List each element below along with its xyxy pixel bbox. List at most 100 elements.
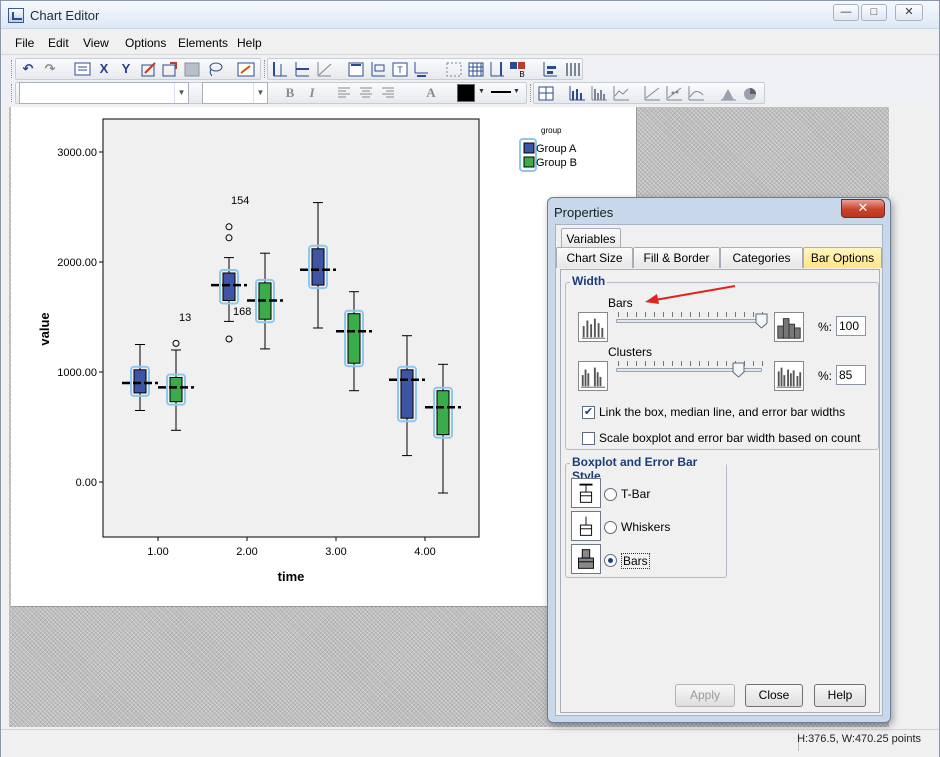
- tab-bar-options[interactable]: Bar Options: [803, 247, 882, 268]
- menu-help[interactable]: Help: [237, 36, 262, 50]
- bold-icon[interactable]: B: [282, 85, 298, 101]
- plot-area[interactable]: [102, 118, 480, 538]
- zoom-icon[interactable]: [161, 61, 179, 78]
- align-left-icon[interactable]: [335, 85, 353, 102]
- data-label-icon[interactable]: [445, 61, 463, 78]
- bar-chart-icon[interactable]: [568, 85, 586, 102]
- toolbar-grip[interactable]: [11, 84, 14, 102]
- t-bar-radio[interactable]: [604, 488, 617, 501]
- chart-editor-window: Chart Editor — □ ✕ File Edit View Option…: [0, 0, 940, 757]
- bars-icon[interactable]: [563, 61, 581, 78]
- reference-line-icon[interactable]: [271, 61, 289, 78]
- bars-slider-thumb[interactable]: [755, 313, 768, 329]
- scatter-fit-icon[interactable]: [643, 85, 661, 102]
- fit-line-icon[interactable]: [315, 61, 333, 78]
- text-color-icon[interactable]: A: [423, 85, 439, 101]
- transform-icon[interactable]: [237, 61, 255, 78]
- chart-legend[interactable]: group Group A Group B: [519, 126, 577, 172]
- scale-by-count-checkbox[interactable]: [582, 432, 595, 445]
- element-selector-icon[interactable]: [537, 85, 555, 102]
- minimize-button[interactable]: —: [833, 4, 859, 21]
- pie-chart-icon[interactable]: [741, 85, 759, 102]
- apply-button[interactable]: Apply: [675, 684, 735, 707]
- italic-icon[interactable]: I: [304, 85, 320, 101]
- curve-fit-icon[interactable]: [687, 85, 705, 102]
- clustered-bar-icon[interactable]: [590, 85, 608, 102]
- tab-categories[interactable]: Categories: [720, 247, 803, 268]
- bars-radio[interactable]: [604, 554, 617, 567]
- bars-percent-input[interactable]: 100: [836, 316, 866, 336]
- rescale-icon[interactable]: [140, 61, 158, 78]
- lasso-icon[interactable]: [206, 61, 224, 78]
- link-widths-checkbox[interactable]: ✔: [582, 406, 595, 419]
- close-button[interactable]: Close: [745, 684, 803, 707]
- maximize-button[interactable]: □: [861, 4, 887, 21]
- dialog-close-button[interactable]: ✕: [841, 199, 885, 218]
- t-bar-label[interactable]: T-Bar: [621, 487, 650, 501]
- box: [311, 248, 325, 286]
- properties-icon[interactable]: [74, 61, 92, 78]
- properties-dialog: Properties ✕ Variables Chart Size Fill &…: [547, 197, 891, 723]
- show-axis-icon[interactable]: [488, 61, 506, 78]
- scatter-icon[interactable]: [665, 85, 683, 102]
- bars-style-icon: [571, 544, 601, 574]
- bars-slider[interactable]: [616, 319, 762, 323]
- align-center-icon[interactable]: [357, 85, 375, 102]
- fill-color-swatch[interactable]: [457, 84, 475, 102]
- chevron-down-icon[interactable]: ▼: [174, 83, 188, 103]
- box: [222, 272, 236, 301]
- align-right-icon[interactable]: [379, 85, 397, 102]
- data-label-mode-icon[interactable]: B: [509, 61, 527, 78]
- line-style-icon[interactable]: [491, 91, 511, 93]
- width-group-title: Width: [570, 274, 608, 288]
- x-axis-icon[interactable]: X: [96, 61, 112, 77]
- tab-chart-size[interactable]: Chart Size: [556, 247, 633, 268]
- undo-icon[interactable]: ↶: [20, 61, 36, 77]
- footnote-icon[interactable]: [412, 61, 430, 78]
- chevron-down-icon[interactable]: ▼: [478, 88, 485, 95]
- font-size-select[interactable]: ▼: [202, 82, 268, 104]
- tab-variables[interactable]: Variables: [561, 228, 621, 249]
- clusters-percent-input[interactable]: 85: [836, 365, 866, 385]
- y-tick-label: 1000.00: [57, 367, 97, 379]
- area-chart-icon[interactable]: [719, 85, 737, 102]
- menu-elements[interactable]: Elements: [178, 36, 228, 50]
- boxplot-chart[interactable]: 3000.00 2000.00 1000.00 0.00 1.00 2.00 3.00 4.0…: [11, 107, 637, 607]
- outlier-label: 154: [231, 195, 249, 207]
- clusters-slider-thumb[interactable]: [732, 362, 745, 378]
- chevron-down-icon[interactable]: ▼: [513, 88, 520, 95]
- chart-editor-app-icon: [8, 8, 24, 23]
- menu-options[interactable]: Options: [125, 36, 166, 50]
- menu-view[interactable]: View: [83, 36, 109, 50]
- x-tick-label: 1.00: [147, 546, 168, 558]
- legend-swatch: [523, 142, 535, 154]
- box: [400, 369, 414, 419]
- y-reference-line-icon[interactable]: [293, 61, 311, 78]
- bars-style-label[interactable]: Bars: [621, 553, 650, 569]
- chart-canvas[interactable]: 3000.00 2000.00 1000.00 0.00 1.00 2.00 3.00 4.0…: [11, 107, 637, 607]
- help-button[interactable]: Help: [814, 684, 866, 707]
- menu-edit[interactable]: Edit: [48, 36, 69, 50]
- text-frame-icon[interactable]: [183, 61, 201, 78]
- redo-icon[interactable]: ↷: [42, 61, 58, 77]
- grid-lines-icon[interactable]: [467, 61, 485, 78]
- toolbar-grip[interactable]: [11, 60, 14, 78]
- annotation-arrow: [645, 285, 736, 304]
- whiskers-label[interactable]: Whiskers: [621, 520, 670, 534]
- text-box-icon[interactable]: T: [391, 61, 409, 78]
- font-family-select[interactable]: ▼: [19, 82, 189, 104]
- title-icon[interactable]: [347, 61, 365, 78]
- scale-by-count-label[interactable]: Scale boxplot and error bar width based …: [599, 431, 861, 445]
- menu-bar: File Edit View Options Elements Help: [1, 31, 939, 55]
- chevron-down-icon[interactable]: ▼: [253, 83, 267, 103]
- legend-icon[interactable]: [369, 61, 387, 78]
- close-window-button[interactable]: ✕: [895, 4, 923, 21]
- line-chart-icon[interactable]: [612, 85, 630, 102]
- y-axis-icon[interactable]: Y: [118, 61, 134, 77]
- link-widths-label[interactable]: Link the box, median line, and error bar…: [599, 405, 845, 419]
- tab-fill-border[interactable]: Fill & Border: [633, 247, 720, 268]
- whiskers-radio[interactable]: [604, 521, 617, 534]
- close-icon[interactable]: ✕: [858, 200, 869, 215]
- menu-file[interactable]: File: [15, 36, 34, 50]
- sort-bars-icon[interactable]: [541, 61, 559, 78]
